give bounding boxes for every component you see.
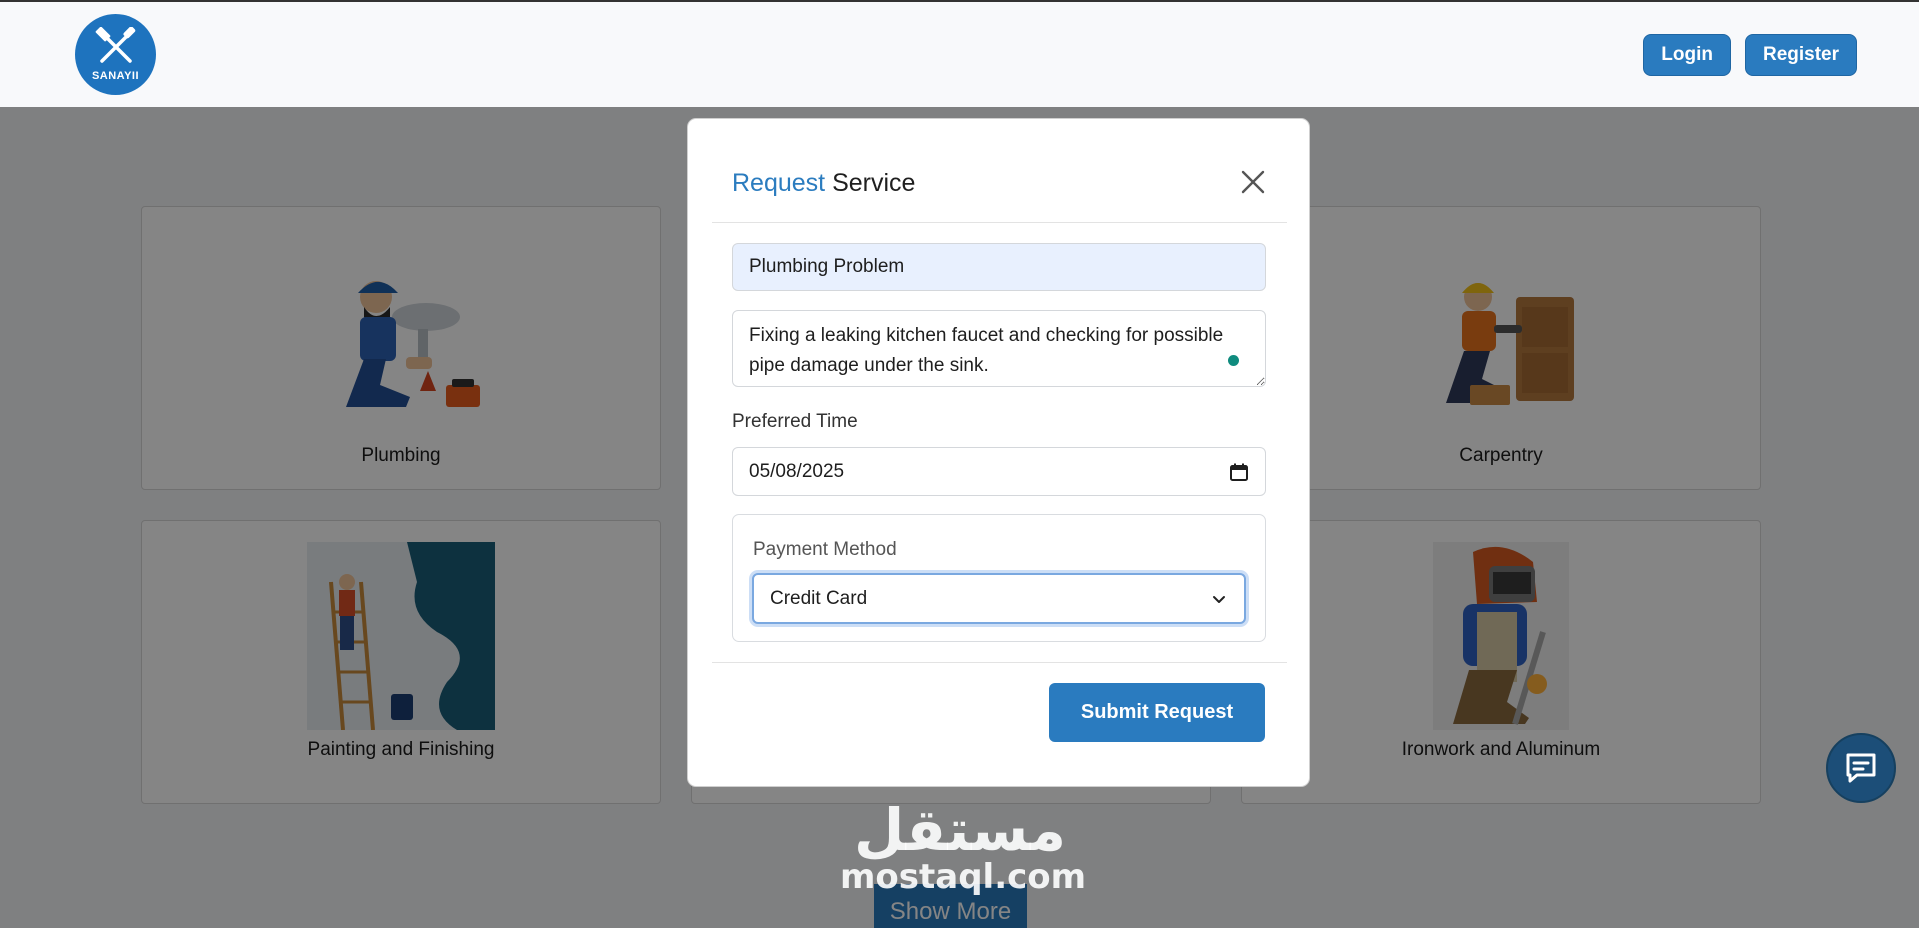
date-value: 05/08/2025: [749, 460, 845, 482]
watermark: مستقل mostaql.com: [840, 796, 1087, 897]
problem-title-input[interactable]: [732, 243, 1266, 291]
request-service-modal: Request Service Fixing a leaking kitchen…: [687, 118, 1310, 787]
sanayii-logo[interactable]: SANAYII: [75, 14, 156, 95]
chevron-down-icon: [1213, 595, 1225, 603]
chat-button[interactable]: [1826, 733, 1896, 803]
watermark-arabic: مستقل: [853, 796, 1067, 864]
payment-method-select[interactable]: Credit Card: [752, 573, 1246, 624]
chat-icon: [1846, 753, 1876, 783]
close-button[interactable]: [1237, 167, 1269, 199]
preferred-date-input[interactable]: 05/08/2025: [732, 447, 1266, 496]
logo-text: SANAYII: [91, 70, 140, 82]
payment-method-label: Payment Method: [753, 539, 897, 560]
preferred-time-label: Preferred Time: [732, 411, 858, 432]
logo-tools-icon: [95, 27, 135, 63]
grammar-check-indicator[interactable]: [1228, 355, 1239, 366]
modal-header: Request Service: [712, 119, 1287, 223]
auth-buttons: Login Register: [1643, 33, 1857, 76]
description-textarea[interactable]: Fixing a leaking kitchen faucet and chec…: [732, 310, 1266, 387]
modal-title-rest: Service: [825, 169, 916, 197]
register-button[interactable]: Register: [1744, 33, 1857, 76]
modal-title: Request Service: [732, 169, 915, 198]
payment-selected-value: Credit Card: [770, 587, 868, 609]
watermark-latin: mostaql.com: [840, 857, 1087, 897]
submit-request-button[interactable]: Submit Request: [1049, 683, 1265, 742]
modal-title-accent: Request: [732, 169, 826, 197]
login-button[interactable]: Login: [1643, 33, 1731, 76]
payment-method-group: Payment Method Credit Card: [732, 514, 1266, 642]
close-icon: [1241, 170, 1265, 193]
top-navbar: SANAYII Login Register: [0, 0, 1919, 107]
modal-footer-divider: [712, 662, 1287, 663]
calendar-icon[interactable]: [1229, 462, 1249, 482]
